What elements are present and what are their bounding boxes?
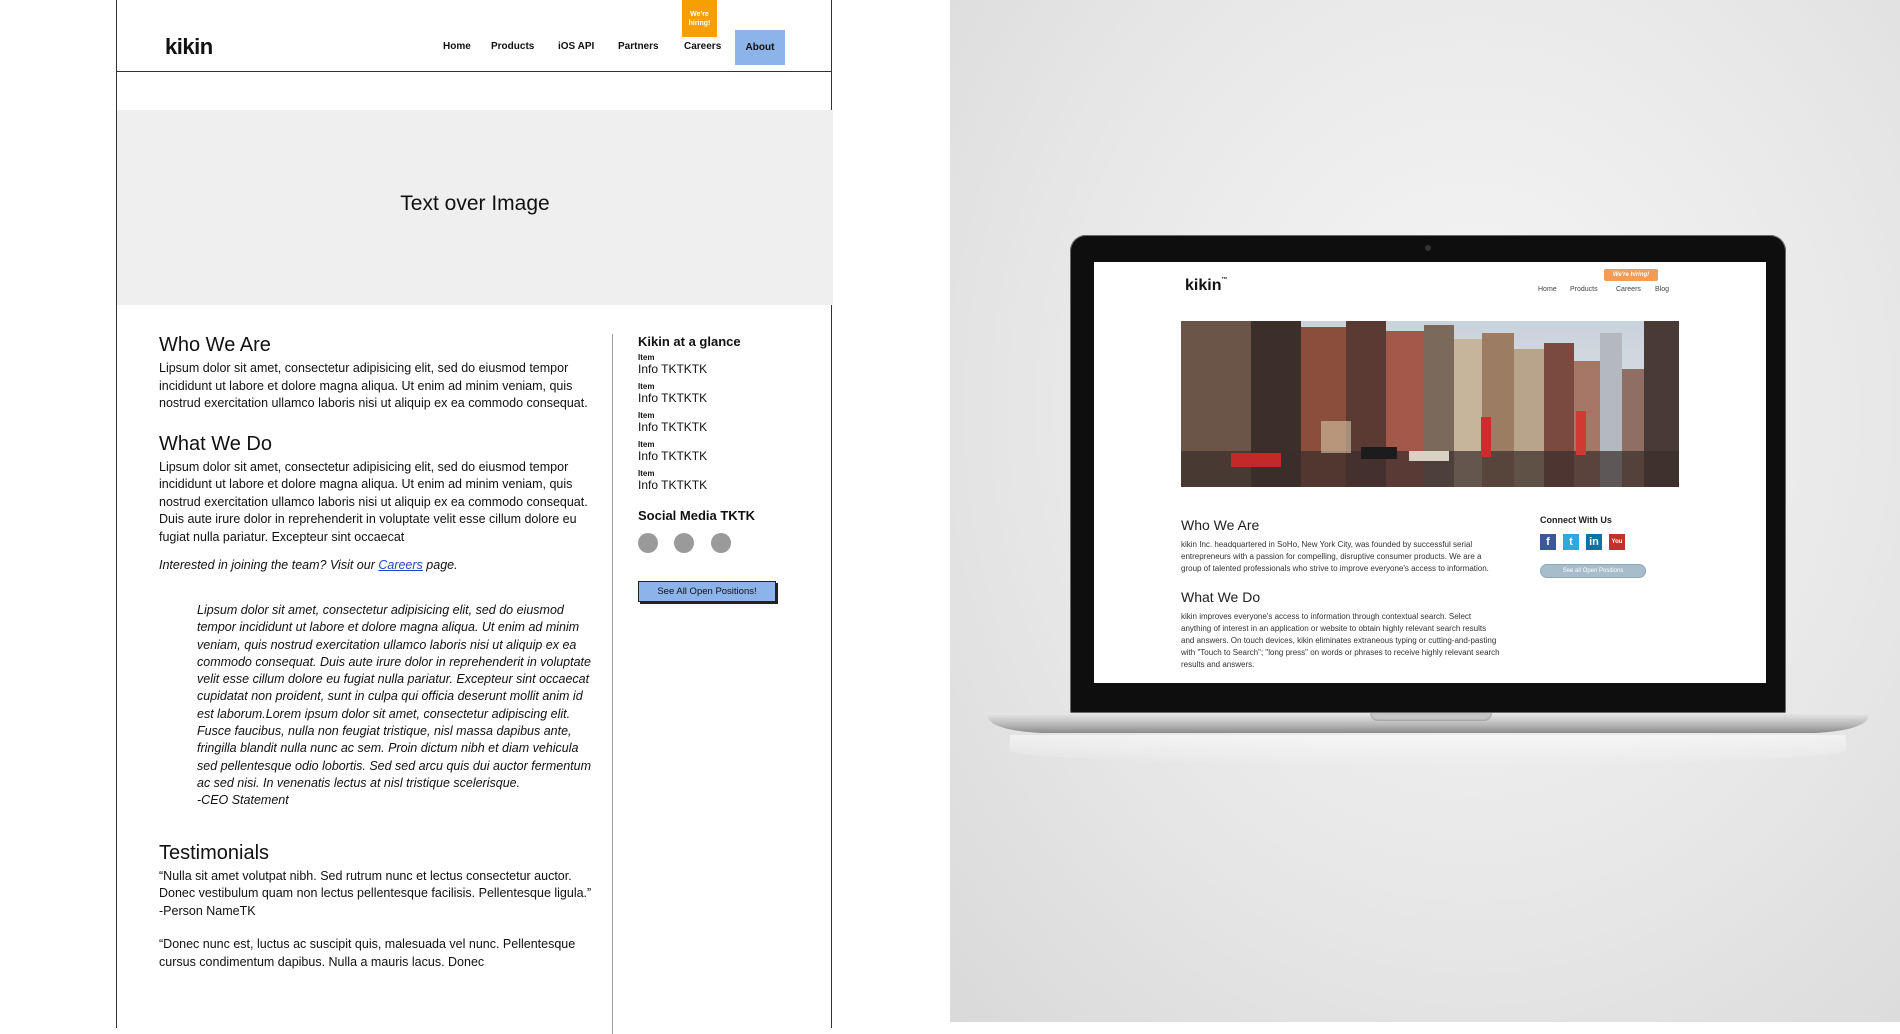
linkedin-icon[interactable]: in [1586, 534, 1602, 550]
hiring-badge[interactable]: We're hiring! [1604, 269, 1658, 281]
hero-text: Text over Image [400, 192, 550, 215]
wireframe-header: kikin Home Products iOS API Partners Car… [117, 0, 831, 72]
screen-main-column: Who We Are kikin Inc. headquartered in S… [1181, 517, 1501, 671]
what-we-do-body: Lipsum dolor sit amet, consectetur adipi… [159, 459, 588, 544]
main-nav: Home Products iOS API Partners Careers W… [117, 0, 831, 72]
screen-sidebar: Connect With Us f t in You See all Open Pos… [1540, 515, 1680, 578]
wireframe-panel: kikin Home Products iOS API Partners Car… [0, 0, 950, 1034]
laptop-notch [1370, 713, 1492, 721]
nav-item-products[interactable]: Products [491, 41, 534, 52]
youtube-icon[interactable]: You [1609, 534, 1625, 550]
glance-item-label: Item [638, 440, 655, 449]
camera-icon [1425, 245, 1431, 251]
careers-invite-prefix: Interested in joining the team? Visit ou… [159, 558, 379, 572]
careers-link[interactable]: Careers [378, 558, 422, 572]
nav-item-home[interactable]: Home [443, 41, 471, 52]
social-icons: f t in You [1540, 534, 1680, 552]
who-we-are-title: Who We Are [1181, 517, 1260, 533]
glance-item: Item Info TKTKTK [638, 382, 818, 405]
glance-item: Item Info TKTKTK [638, 440, 818, 463]
nav-item-careers[interactable]: Careers [684, 41, 721, 52]
testimonial-person: -Person NameTK [159, 903, 256, 918]
social-placeholder-icon[interactable] [710, 533, 731, 553]
nav-item-ios-api[interactable]: iOS API [558, 41, 594, 52]
nav-item-blog[interactable]: Blog [1655, 286, 1669, 293]
nav-item-products[interactable]: Products [1570, 286, 1598, 293]
what-we-do-title: What We Do [1181, 589, 1261, 605]
ceo-quote: Lipsum dolor sit amet, consectetur adipi… [197, 602, 599, 810]
what-we-do-body: kikin improves everyone's access to info… [1181, 612, 1500, 669]
glance-item-label: Item [638, 382, 655, 391]
social-icons [638, 533, 818, 555]
connect-title: Connect With Us [1540, 515, 1612, 525]
twitter-icon[interactable]: t [1563, 534, 1579, 550]
glance-item-value: Info TKTKTK [638, 478, 708, 492]
social-placeholder-icon[interactable] [638, 533, 658, 553]
glance-item: Item Info TKTKTK [638, 353, 818, 376]
sidebar: Kikin at a glance Item Info TKTKTK Item … [638, 334, 818, 602]
careers-invite-suffix: page. [422, 558, 458, 572]
open-positions-button[interactable]: See all Open Positions [1540, 564, 1646, 578]
laptop-mockup-panel: kikin™ We're hiring! Home Products Caree… [950, 0, 1900, 1022]
who-we-are-body: kikin Inc. headquartered in SoHo, New Yo… [1181, 540, 1489, 573]
glance-item-value: Info TKTKTK [638, 449, 708, 463]
logo-text: kikin [1185, 277, 1222, 294]
wireframe-page: kikin Home Products iOS API Partners Car… [116, 0, 833, 1034]
sidebar-title: Kikin at a glance [638, 334, 741, 349]
laptop-reflection [1010, 735, 1846, 765]
laptop-screen: kikin™ We're hiring! Home Products Caree… [1094, 262, 1766, 683]
glance-item-value: Info TKTKTK [638, 391, 708, 405]
laptop-base [988, 713, 1868, 733]
glance-item-label: Item [638, 353, 655, 362]
testimonial-text: “Nulla sit amet volutpat nibh. Sed rutru… [159, 868, 592, 901]
testimonials-title: Testimonials [159, 841, 270, 864]
hiring-badge[interactable]: We're hiring! [682, 0, 717, 37]
ceo-quote-attribution: -CEO Statement [197, 793, 289, 808]
open-positions-button[interactable]: See All Open Positions! [638, 581, 776, 602]
nav-item-partners[interactable]: Partners [618, 41, 659, 52]
glance-item: Item Info TKTKTK [638, 469, 818, 492]
glance-item-label: Item [638, 469, 655, 478]
who-we-are-body: Lipsum dolor sit amet, consectetur adipi… [159, 361, 588, 410]
testimonial: “Nulla sit amet volutpat nibh. Sed rutru… [159, 868, 599, 921]
city-street-photo [1181, 321, 1679, 487]
ceo-quote-text: Lipsum dolor sit amet, consectetur adipi… [197, 603, 591, 790]
hero-image-placeholder: Text over Image [117, 110, 833, 305]
social-placeholder-icon[interactable] [674, 533, 695, 553]
facebook-icon[interactable]: f [1540, 534, 1556, 550]
column-divider [612, 334, 613, 1034]
testimonial-text: “Donec nunc est, luctus ac suscipit quis… [159, 937, 576, 969]
laptop-lid: kikin™ We're hiring! Home Products Caree… [1070, 235, 1786, 713]
hero-image [1181, 321, 1679, 487]
glance-item: Item Info TKTKTK [638, 411, 818, 434]
glance-item-label: Item [638, 411, 655, 420]
glance-item-value: Info TKTKTK [638, 362, 708, 376]
social-media-title: Social Media TKTK [638, 508, 756, 523]
main-column: Who We Are Lipsum dolor sit amet, consec… [159, 334, 599, 971]
nav-item-about[interactable]: About [735, 30, 785, 65]
trademark-mark: ™ [1221, 277, 1228, 283]
nav-item-home[interactable]: Home [1538, 286, 1557, 293]
who-we-are-title: Who We Are [159, 334, 271, 356]
what-we-do-title: What We Do [159, 432, 272, 455]
careers-invite: Interested in joining the team? Visit ou… [159, 558, 599, 572]
logo[interactable]: kikin™ [1185, 277, 1227, 295]
glance-item-value: Info TKTKTK [638, 420, 708, 434]
nav-item-careers[interactable]: Careers [1616, 286, 1641, 293]
